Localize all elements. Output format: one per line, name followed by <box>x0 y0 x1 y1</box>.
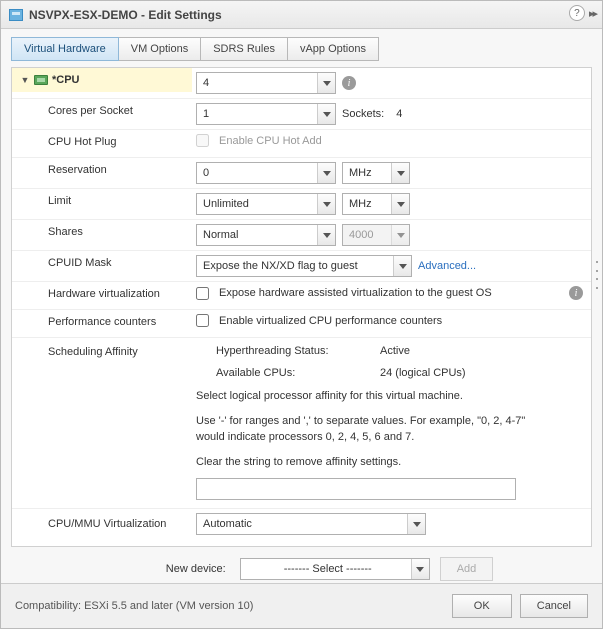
info-icon[interactable]: i <box>342 76 356 90</box>
cancel-button[interactable]: Cancel <box>520 594 588 618</box>
hw-virt-text: Expose hardware assisted virtualization … <box>219 287 492 299</box>
available-cpus-label: Available CPUs: <box>216 367 366 379</box>
hw-virt-checkbox[interactable] <box>196 287 209 300</box>
popout-icon[interactable]: ▸▸ <box>589 7 596 20</box>
compatibility-text: Compatibility: ESXi 5.5 and later (VM ve… <box>15 600 444 612</box>
chevron-down-icon[interactable]: ▼ <box>20 75 30 85</box>
help-icon[interactable]: ? <box>569 5 585 21</box>
reservation-label: Reservation <box>12 158 192 182</box>
sockets-label: Sockets: <box>342 108 384 120</box>
limit-value-select[interactable]: Unlimited <box>196 193 336 215</box>
ok-button[interactable]: OK <box>452 594 512 618</box>
ht-status-label: Hyperthreading Status: <box>216 345 366 357</box>
limit-label: Limit <box>12 189 192 213</box>
available-cpus-value: 24 (logical CPUs) <box>380 367 466 379</box>
vm-icon <box>9 9 23 21</box>
cpu-icon <box>34 75 48 85</box>
ht-status-value: Active <box>380 345 410 357</box>
dialog-footer: Compatibility: ESXi 5.5 and later (VM ve… <box>1 583 602 628</box>
affinity-input[interactable] <box>196 478 516 500</box>
scheduling-affinity-label: Scheduling Affinity <box>12 338 192 364</box>
cpuid-advanced-link[interactable]: Advanced... <box>418 260 476 272</box>
affinity-help-3: Clear the string to remove affinity sett… <box>196 454 536 471</box>
limit-unit-select[interactable]: MHz <box>342 193 410 215</box>
cores-per-socket-select[interactable]: 1 <box>196 103 336 125</box>
cpu-hotplug-label: CPU Hot Plug <box>12 130 192 154</box>
reservation-value-select[interactable]: 0 <box>196 162 336 184</box>
shares-value-input: 4000 <box>342 224 410 246</box>
new-device-row: New device: ------- Select ------- Add <box>11 547 592 583</box>
tab-sdrs-rules[interactable]: SDRS Rules <box>200 37 288 61</box>
tabs: Virtual Hardware VM Options SDRS Rules v… <box>1 29 602 61</box>
new-device-label: New device: <box>110 563 230 575</box>
cpuid-mask-select[interactable]: Expose the NX/XD flag to guest <box>196 255 412 277</box>
tab-virtual-hardware[interactable]: Virtual Hardware <box>11 37 119 61</box>
affinity-help-2: Use '-' for ranges and ',' to separate v… <box>196 413 536 446</box>
info-icon[interactable]: i <box>569 286 583 300</box>
resize-handle-icon[interactable] <box>593 261 601 289</box>
cpu-section-header[interactable]: ▼ *CPU 4 i <box>12 68 591 98</box>
cpuid-mask-label: CPUID Mask <box>12 251 192 275</box>
new-device-select[interactable]: ------- Select ------- <box>240 558 430 580</box>
sockets-value: 4 <box>396 108 402 120</box>
cpu-count-select[interactable]: 4 <box>196 72 336 94</box>
cpu-label: *CPU <box>52 74 80 86</box>
cpu-mmu-select[interactable]: Automatic <box>196 513 426 535</box>
tab-vm-options[interactable]: VM Options <box>118 37 201 61</box>
cpu-mmu-label: CPU/MMU Virtualization <box>12 509 192 538</box>
hardware-grid: ▼ *CPU 4 i Cores per Socket 1 <box>11 67 592 547</box>
titlebar: NSVPX-ESX-DEMO - Edit Settings ? ▸▸ <box>1 1 602 29</box>
perf-counters-label: Performance counters <box>12 310 192 334</box>
perf-counters-text: Enable virtualized CPU performance count… <box>219 315 442 327</box>
shares-label: Shares <box>12 220 192 244</box>
tab-vapp-options[interactable]: vApp Options <box>287 37 379 61</box>
add-device-button: Add <box>440 557 494 581</box>
perf-counters-checkbox[interactable] <box>196 314 209 327</box>
window-title: NSVPX-ESX-DEMO - Edit Settings <box>29 8 222 22</box>
shares-level-select[interactable]: Normal <box>196 224 336 246</box>
hw-virt-label: Hardware virtualization <box>12 282 192 306</box>
cpu-hot-add-checkbox <box>196 134 209 147</box>
cores-per-socket-label: Cores per Socket <box>12 99 192 123</box>
edit-settings-dialog: NSVPX-ESX-DEMO - Edit Settings ? ▸▸ Virt… <box>0 0 603 629</box>
reservation-unit-select[interactable]: MHz <box>342 162 410 184</box>
cpu-hot-add-text: Enable CPU Hot Add <box>219 135 322 147</box>
affinity-help-1: Select logical processor affinity for th… <box>196 388 536 405</box>
